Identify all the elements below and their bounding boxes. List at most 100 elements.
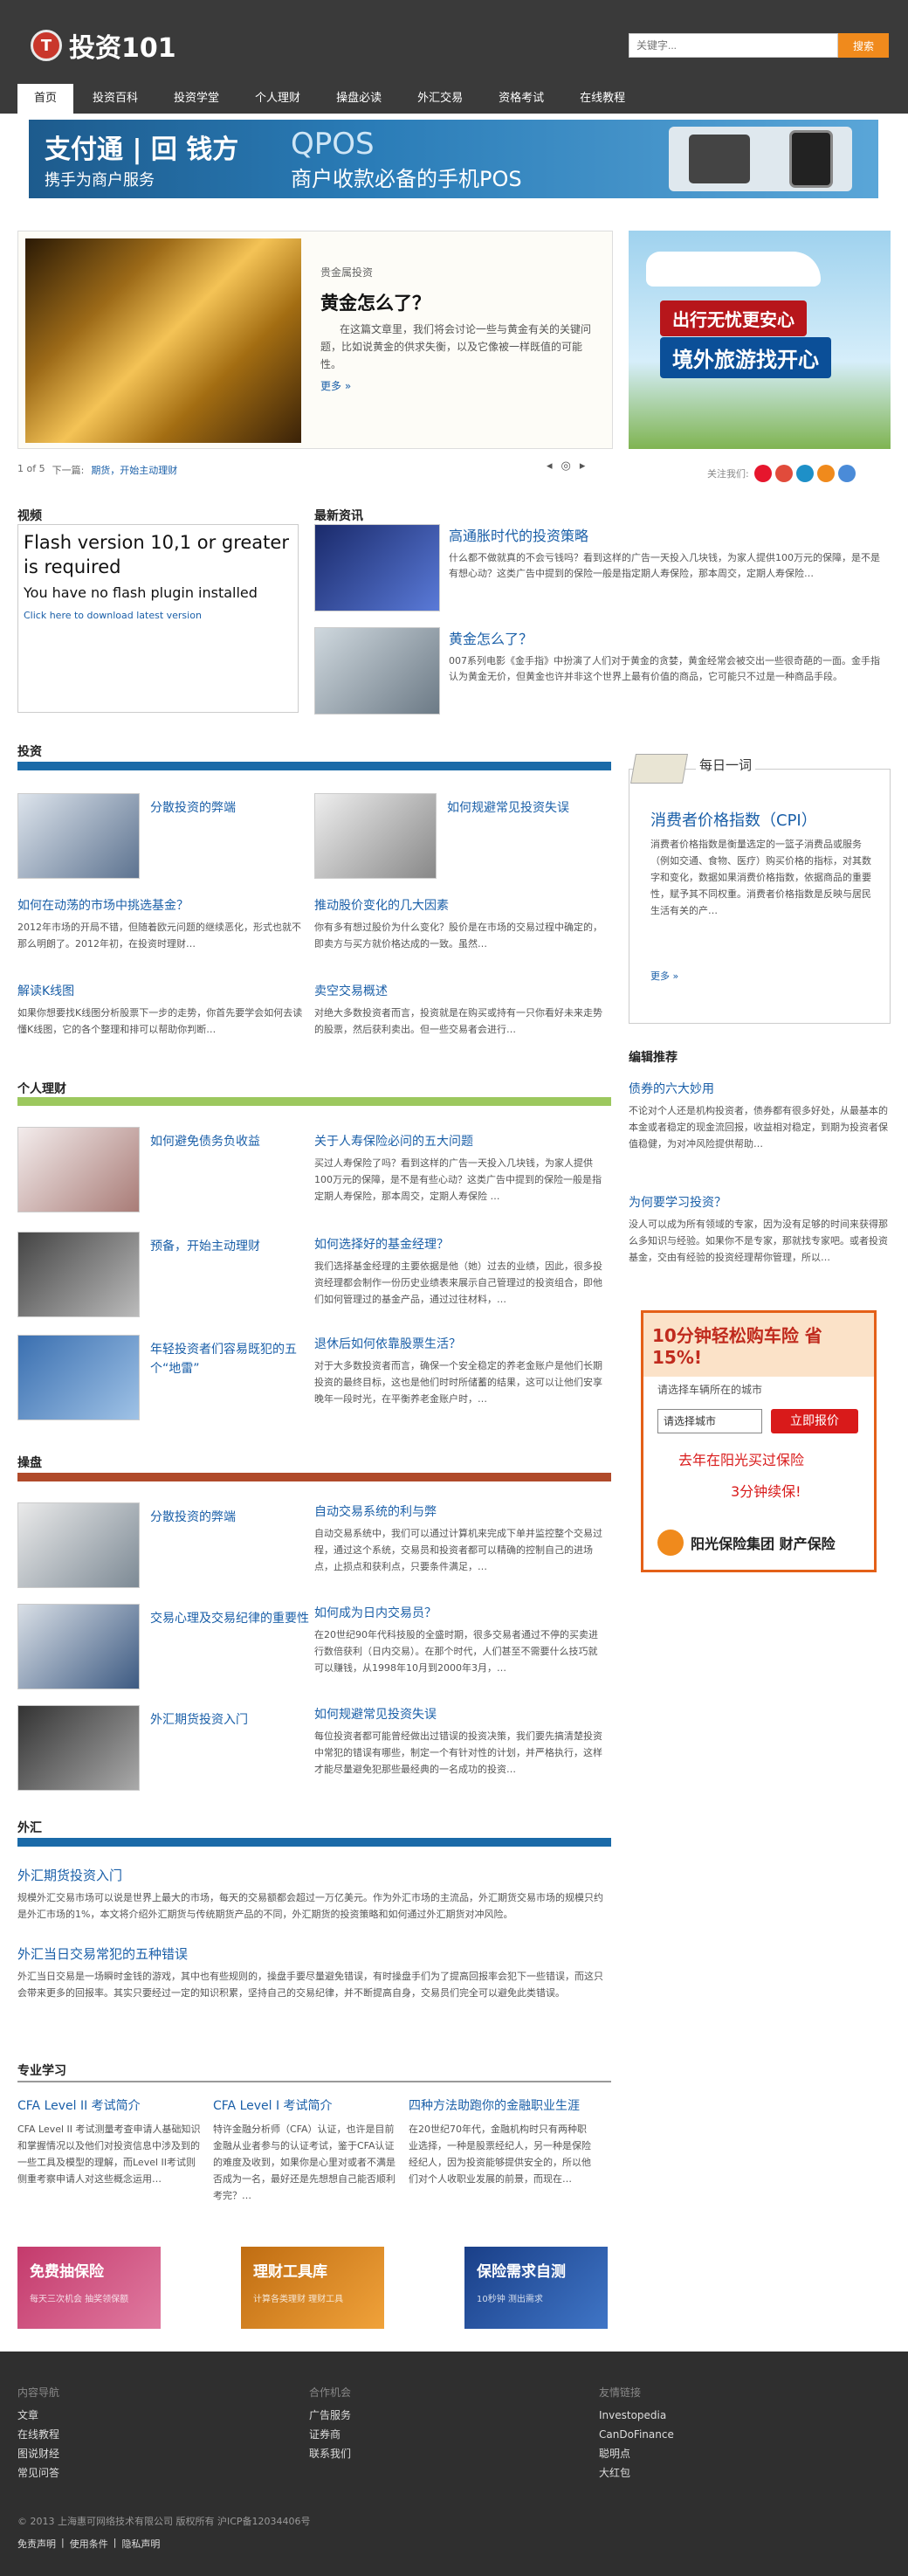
terms-link[interactable]: 使用条件 xyxy=(70,2537,108,2551)
footer-link[interactable]: 图说财经 xyxy=(17,2444,59,2463)
logo[interactable]: T 投资101 xyxy=(31,28,176,64)
footer-link[interactable]: 广告服务 xyxy=(309,2406,351,2425)
editor-item-desc: 不论对个人还是机构投资者，债券都有很多好处，从最基本的本金或者稳定的现金流回报，… xyxy=(629,1105,888,1150)
search-input[interactable] xyxy=(629,33,838,58)
news-thumb[interactable] xyxy=(314,524,440,611)
invest-thumb[interactable] xyxy=(17,793,140,879)
daily-word-more-link[interactable]: 更多 » xyxy=(650,969,678,983)
disclaimer-link[interactable]: 免责声明 xyxy=(17,2537,56,2551)
footer-col-title: 合作机会 xyxy=(309,2386,352,2399)
douban-icon[interactable] xyxy=(816,465,835,482)
footer-link[interactable]: 聪明点 xyxy=(599,2444,674,2463)
footer-link[interactable]: 大红包 xyxy=(599,2463,674,2483)
airplane-image xyxy=(646,252,821,287)
pro-item-title[interactable]: 四种方法助跑你的金融职业生涯 xyxy=(409,2096,592,2116)
trading-thumb[interactable] xyxy=(17,1604,140,1689)
pause-icon[interactable]: ◎ xyxy=(561,459,571,473)
weibo-icon[interactable] xyxy=(753,465,772,482)
trading-thumb[interactable] xyxy=(17,1705,140,1791)
personal-grid-title[interactable]: 预备，开始主动理财 xyxy=(150,1237,316,1256)
book-icon xyxy=(630,754,688,784)
footer-link[interactable]: 证券商 xyxy=(309,2425,351,2444)
nav-exam[interactable]: 资格考试 xyxy=(482,84,561,114)
trading-thumb[interactable] xyxy=(17,1502,140,1588)
personal-thumb[interactable] xyxy=(17,1127,140,1212)
forex-article: 外汇期货投资入门 规模外汇交易市场可以说是世界上最大的市场，每天的交易额都会超过… xyxy=(17,1866,611,1923)
personal-grid-title[interactable]: 如何避免债务负收益 xyxy=(150,1132,316,1151)
forex-article-title[interactable]: 外汇期货投资入门 xyxy=(17,1866,611,1884)
invest-color-bar xyxy=(17,762,611,770)
footer-link[interactable]: CanDoFinance xyxy=(599,2425,674,2444)
magnifier-thumb[interactable] xyxy=(314,793,437,879)
quote-button[interactable]: 立即报价 xyxy=(771,1409,858,1433)
forex-article-title[interactable]: 外汇当日交易常犯的五种错误 xyxy=(17,1944,611,1963)
invest-article-title[interactable]: 如何在动荡的市场中挑选基金？ xyxy=(17,896,306,914)
insurance-test-tile[interactable]: 保险需求自测 10秒钟 测出需求 xyxy=(464,2247,608,2329)
nav-encyclopedia[interactable]: 投资百科 xyxy=(76,84,155,114)
next-arrow-icon[interactable]: ▸ xyxy=(580,459,586,473)
banner-ad[interactable]: 支付通 | 回 钱方 携手为商户服务 QPOS 商户收款必备的手机POS xyxy=(29,120,878,198)
nav-trading[interactable]: 操盘必读 xyxy=(320,84,398,114)
invest-article-title[interactable]: 卖空交易概述 xyxy=(314,982,602,999)
invest-grid-title[interactable]: 分散投资的弊端 xyxy=(150,798,316,818)
personal-article-title[interactable]: 关于人寿保险必问的五大问题 xyxy=(314,1132,602,1150)
invest-article-desc: 2012年市场的开局不错，但随着欧元问题的继续恶化，形式也就不那么明朗了。201… xyxy=(17,922,301,950)
news-headline[interactable]: 黄金怎么了？ xyxy=(449,627,533,648)
insurance-ad[interactable]: 10分钟轻松购车险 省15%! 请选择车辆所在的城市 请选择城市 立即报价 去年… xyxy=(641,1310,877,1572)
finance-tools-tile[interactable]: 理财工具库 计算各类理财 理财工具 xyxy=(241,2247,384,2329)
footer-link[interactable]: 文章 xyxy=(17,2406,59,2425)
forex-section-title: 外汇 xyxy=(17,1821,42,1835)
footer-link[interactable]: 在线教程 xyxy=(17,2425,59,2444)
featured-title[interactable]: 黄金怎么了？ xyxy=(320,289,430,315)
personal-thumb[interactable] xyxy=(17,1335,140,1420)
editor-item-title[interactable]: 为何要学习投资？ xyxy=(629,1193,891,1211)
renren-icon[interactable] xyxy=(837,465,856,482)
download-flash-link[interactable]: Click here to download latest version xyxy=(24,610,292,621)
nav-personal[interactable]: 个人理财 xyxy=(238,84,317,114)
footer-link[interactable]: 常见问答 xyxy=(17,2463,59,2483)
personal-article-title[interactable]: 如何选择好的基金经理？ xyxy=(314,1235,602,1253)
sunshine-logo-icon xyxy=(657,1530,684,1556)
gold-image[interactable] xyxy=(25,238,301,443)
personal-article-title[interactable]: 退休后如何依靠股票生活？ xyxy=(314,1335,602,1352)
trading-article-title[interactable]: 如何规避常见投资失误 xyxy=(314,1705,602,1723)
trading-grid-title[interactable]: 外汇期货投资入门 xyxy=(150,1710,316,1730)
city-select[interactable]: 请选择城市 xyxy=(657,1409,762,1433)
invest-article-title[interactable]: 推动股价变化的几大因素 xyxy=(314,896,602,914)
footer-link[interactable]: 联系我们 xyxy=(309,2444,351,2463)
trading-grid-title[interactable]: 分散投资的弊端 xyxy=(150,1508,316,1527)
editor-item-title[interactable]: 债券的六大妙用 xyxy=(629,1080,891,1097)
forex-article: 外汇当日交易常犯的五种错误 外汇当日交易是一场瞬时金钱的游戏，其中也有些规则的，… xyxy=(17,1944,611,2001)
travel-ad[interactable]: 出行无忧更安心 境外旅游找开心 xyxy=(629,231,891,449)
news-headline[interactable]: 高通胀时代的投资策略 xyxy=(449,524,588,545)
free-insurance-tile[interactable]: 免费抽保险 每天三次机会 抽奖领保额 xyxy=(17,2247,161,2329)
pro-item-title[interactable]: CFA Level I 考试简介 xyxy=(213,2096,396,2116)
footer-link[interactable]: Investopedia xyxy=(599,2406,674,2425)
nav-tutorial[interactable]: 在线教程 xyxy=(563,84,642,114)
qq-icon[interactable] xyxy=(795,465,814,482)
trading-article: 自动交易系统的利与弊 自动交易系统中，我们可以通过计算机来完成下单并监控整个交易… xyxy=(314,1502,602,1575)
editor-item: 债券的六大妙用 不论对个人还是机构投资者，债券都有很多好处，从最基本的本金或者稳… xyxy=(629,1080,891,1152)
daily-word-term[interactable]: 消费者价格指数（CPI） xyxy=(650,808,817,831)
privacy-link[interactable]: 隐私声明 xyxy=(121,2537,160,2551)
copyright: © 2013 上海惠可网络技术有限公司 版权所有 沪ICP备12034406号 xyxy=(17,2516,311,2527)
pro-item-title[interactable]: CFA Level II 考试简介 xyxy=(17,2096,201,2116)
news-thumb[interactable] xyxy=(314,627,440,715)
trading-grid-title[interactable]: 交易心理及交易纪律的重要性 xyxy=(150,1609,316,1628)
invest-grid-title[interactable]: 如何规避常见投资失误 xyxy=(447,798,613,818)
tencent-weibo-icon[interactable] xyxy=(774,465,793,482)
wall-street-thumb[interactable] xyxy=(17,1232,140,1317)
featured-category[interactable]: 贵金属投资 xyxy=(320,265,373,280)
trading-article-title[interactable]: 自动交易系统的利与弊 xyxy=(314,1502,602,1520)
trading-article-title[interactable]: 如何成为日内交易员？ xyxy=(314,1604,602,1621)
search-button[interactable]: 搜索 xyxy=(838,33,889,58)
invest-article-title[interactable]: 解读K线图 xyxy=(17,982,306,999)
nav-forex[interactable]: 外汇交易 xyxy=(401,84,479,114)
personal-grid-title[interactable]: 年轻投资者们容易既犯的五个“地雷” xyxy=(150,1340,316,1378)
nav-home[interactable]: 首页 xyxy=(17,84,74,114)
nav-school[interactable]: 投资学堂 xyxy=(157,84,236,114)
prev-arrow-icon[interactable]: ◂ xyxy=(547,459,553,473)
featured-more-link[interactable]: 更多 » xyxy=(320,378,351,393)
forex-article-desc: 外汇当日交易是一场瞬时金钱的游戏，其中也有些规则的，操盘手要尽量避免错误，有时操… xyxy=(17,1971,603,1999)
pager-next-link[interactable]: 期货，开始主动理财 xyxy=(91,463,177,477)
